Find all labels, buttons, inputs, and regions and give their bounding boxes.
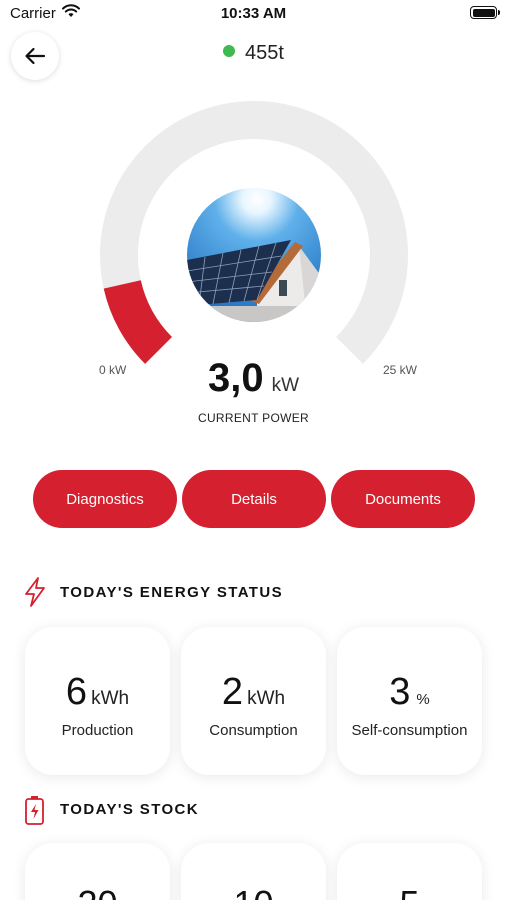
current-power-label: CURRENT POWER xyxy=(197,411,309,425)
current-power-value: 3,0 xyxy=(207,356,264,400)
production-card: 6 kWh Production xyxy=(25,627,170,775)
consumption-label: Consumption xyxy=(209,722,298,739)
current-power: 3,0 kW xyxy=(0,356,507,401)
details-button[interactable]: Details xyxy=(182,470,326,528)
consumption-value: 2 xyxy=(221,671,244,713)
consumption-unit: kWh xyxy=(247,688,286,709)
stock-value: 5 xyxy=(337,883,482,900)
consumption-card: 2 kWh Consumption xyxy=(181,627,326,775)
self-consumption-unit: % xyxy=(416,691,430,708)
documents-button[interactable]: Documents xyxy=(331,470,475,528)
stock-title: TODAY'S STOCK xyxy=(60,801,200,818)
battery-charging-icon xyxy=(25,796,44,825)
stock-card: 5 xyxy=(337,843,482,900)
self-consumption-value: 3 xyxy=(389,671,411,713)
self-consumption-card: 3% Self-consumption xyxy=(337,627,482,775)
self-consumption-label: Self-consumption xyxy=(351,722,468,739)
production-unit: kWh xyxy=(91,688,130,709)
production-label: Production xyxy=(61,722,134,739)
diagnostics-button[interactable]: Diagnostics xyxy=(33,470,177,528)
stock-card: 20 xyxy=(25,843,170,900)
solar-roof-image xyxy=(187,188,321,322)
stock-card: 10 xyxy=(181,843,326,900)
stock-value: 20 xyxy=(25,883,170,900)
production-value: 6 xyxy=(65,671,88,713)
current-power-unit: kW xyxy=(271,375,300,396)
gauge-fill xyxy=(103,279,173,364)
energy-status-title: TODAY'S ENERGY STATUS xyxy=(60,584,284,601)
lightning-icon xyxy=(25,577,45,607)
stock-value: 10 xyxy=(181,883,326,900)
